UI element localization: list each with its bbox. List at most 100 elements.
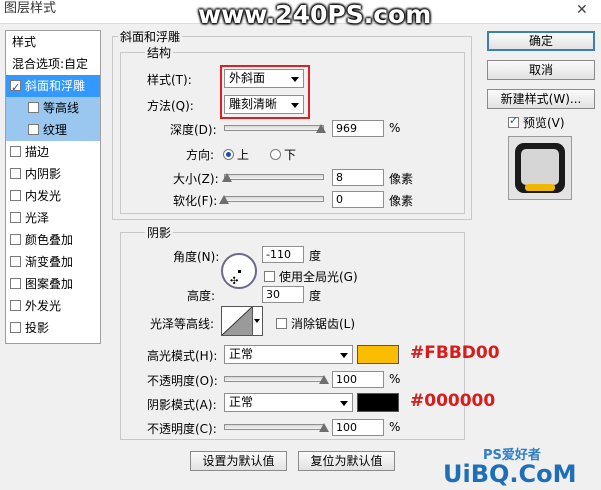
highlight-mode-select[interactable]: 正常 xyxy=(224,345,353,364)
style-item-stroke[interactable]: 描边 xyxy=(6,141,100,163)
direction-down-radio[interactable]: 下 xyxy=(270,146,296,163)
global-light-checkbox[interactable]: 使用全局光(G) xyxy=(264,268,358,285)
style-item-label: 纹理 xyxy=(43,123,68,137)
close-icon[interactable]: ✕ xyxy=(576,2,588,18)
ok-button[interactable]: 确定 xyxy=(487,31,595,51)
size-input[interactable]: 8 xyxy=(332,169,384,186)
depth-slider[interactable] xyxy=(224,125,324,131)
outer-glow-checkbox[interactable] xyxy=(10,300,21,311)
highlight-color-swatch[interactable] xyxy=(357,345,399,364)
soften-slider[interactable] xyxy=(224,196,324,202)
inner-glow-checkbox[interactable] xyxy=(10,190,21,201)
style-item-satin[interactable]: 光泽 xyxy=(6,207,100,229)
style-item-drop-shadow[interactable]: 投影 xyxy=(6,317,100,339)
gradient-overlay-checkbox[interactable] xyxy=(10,256,21,267)
highlight-opacity-slider[interactable] xyxy=(224,376,324,382)
satin-checkbox[interactable] xyxy=(10,212,21,223)
angle-input[interactable]: -110 xyxy=(262,246,304,263)
chevron-down-icon xyxy=(291,103,299,108)
set-default-button[interactable]: 设置为默认值 xyxy=(190,451,287,471)
style-item-label: 外发光 xyxy=(25,299,62,313)
highlight-opacity-unit: % xyxy=(389,372,401,386)
style-item-label: 斜面和浮雕 xyxy=(25,79,86,93)
gloss-contour-dropdown[interactable] xyxy=(253,306,263,336)
preview-shape-inner xyxy=(521,149,559,185)
shadow-opacity-label: 不透明度(C): xyxy=(147,422,217,436)
style-item-color-overlay[interactable]: 颜色叠加 xyxy=(6,229,100,251)
gloss-contour-label: 光泽等高线: xyxy=(150,317,215,331)
depth-unit: % xyxy=(389,121,401,135)
depth-slider-thumb[interactable] xyxy=(316,124,326,133)
soften-unit: 像素 xyxy=(389,194,414,208)
size-slider-thumb[interactable] xyxy=(222,173,232,182)
altitude-label: 高度: xyxy=(187,289,216,303)
highlight-opacity-input[interactable]: 100 xyxy=(332,371,384,388)
color-overlay-checkbox[interactable] xyxy=(10,234,21,245)
cancel-button[interactable]: 取消 xyxy=(487,60,595,80)
direction-up-label: 上 xyxy=(237,148,250,162)
angle-unit: 度 xyxy=(309,249,322,263)
pattern-overlay-checkbox[interactable] xyxy=(10,278,21,289)
style-item-label: 投影 xyxy=(25,321,50,335)
soften-input[interactable]: 0 xyxy=(332,191,384,208)
style-item-inner-glow[interactable]: 内发光 xyxy=(6,185,100,207)
size-unit: 像素 xyxy=(389,172,414,186)
style-list-header[interactable]: 样式 xyxy=(6,31,100,53)
gloss-contour-preview[interactable] xyxy=(221,306,253,336)
shadow-color-swatch[interactable] xyxy=(357,393,399,412)
antialias-checkbox[interactable]: 消除锯齿(L) xyxy=(276,315,355,332)
direction-up-radio[interactable]: 上 xyxy=(223,146,249,163)
highlight-color-annotation: #FBBD00 xyxy=(410,343,500,363)
bevel-emboss-checkbox[interactable] xyxy=(10,77,21,99)
watermark-text: www.240PS.com xyxy=(198,0,432,29)
new-style-button[interactable]: 新建样式(W)... xyxy=(487,89,595,109)
crosshair-icon: ✣ xyxy=(230,276,239,287)
style-item-outer-glow[interactable]: 外发光 xyxy=(6,295,100,317)
reset-default-button[interactable]: 复位为默认值 xyxy=(298,451,395,471)
technique-select-value: 雕刻清晰 xyxy=(229,97,278,111)
direction-label: 方向: xyxy=(186,148,215,162)
style-item-label: 图案叠加 xyxy=(25,277,74,291)
corner-watermark-site: UiBQ.CoM xyxy=(443,460,577,488)
stroke-checkbox[interactable] xyxy=(10,146,21,157)
shadow-mode-select[interactable]: 正常 xyxy=(224,393,353,412)
shading-title: 阴影 xyxy=(145,224,174,241)
drop-shadow-checkbox[interactable] xyxy=(10,322,21,333)
style-item-blending-options[interactable]: 混合选项:自定 xyxy=(6,53,100,75)
style-item-texture[interactable]: 纹理 xyxy=(6,119,100,141)
style-item-gradient-overlay[interactable]: 渐变叠加 xyxy=(6,251,100,273)
angle-dial-dot xyxy=(238,270,241,273)
altitude-input[interactable]: 30 xyxy=(262,286,304,303)
style-item-label: 描边 xyxy=(25,145,50,159)
texture-checkbox[interactable] xyxy=(28,124,39,135)
shadow-opacity-input[interactable]: 100 xyxy=(332,419,384,436)
preview-checkbox[interactable]: 预览(V) xyxy=(508,114,565,131)
checkbox-icon xyxy=(508,114,519,128)
chevron-down-icon xyxy=(254,319,260,323)
style-item-label: 光泽 xyxy=(25,211,50,225)
highlight-mode-label: 高光模式(H): xyxy=(147,349,218,363)
highlight-opacity-thumb[interactable] xyxy=(319,375,329,384)
window-title: 图层样式 xyxy=(4,1,57,16)
inner-shadow-checkbox[interactable] xyxy=(10,168,21,179)
contour-checkbox[interactable] xyxy=(28,102,39,113)
chevron-down-icon xyxy=(291,77,299,82)
chevron-down-icon xyxy=(340,401,348,406)
size-slider[interactable] xyxy=(224,174,324,180)
style-item-pattern-overlay[interactable]: 图案叠加 xyxy=(6,273,100,295)
style-item-inner-shadow[interactable]: 内阴影 xyxy=(6,163,100,185)
soften-slider-thumb[interactable] xyxy=(219,195,229,204)
shadow-opacity-slider[interactable] xyxy=(224,424,324,430)
style-item-label: 混合选项:自定 xyxy=(12,57,89,71)
shadow-mode-label: 阴影模式(A): xyxy=(147,398,217,412)
style-item-contour[interactable]: 等高线 xyxy=(6,97,100,119)
depth-input[interactable]: 969 xyxy=(332,120,384,137)
highlight-opacity-label: 不透明度(O): xyxy=(147,374,218,388)
angle-dial[interactable] xyxy=(221,253,257,289)
shadow-opacity-thumb[interactable] xyxy=(319,423,329,432)
angle-label: 角度(N): xyxy=(173,250,220,264)
radio-icon xyxy=(270,149,281,160)
style-item-bevel-emboss[interactable]: 斜面和浮雕 xyxy=(6,75,100,99)
technique-select[interactable]: 雕刻清晰 xyxy=(224,95,304,114)
style-select[interactable]: 外斜面 xyxy=(224,69,304,88)
